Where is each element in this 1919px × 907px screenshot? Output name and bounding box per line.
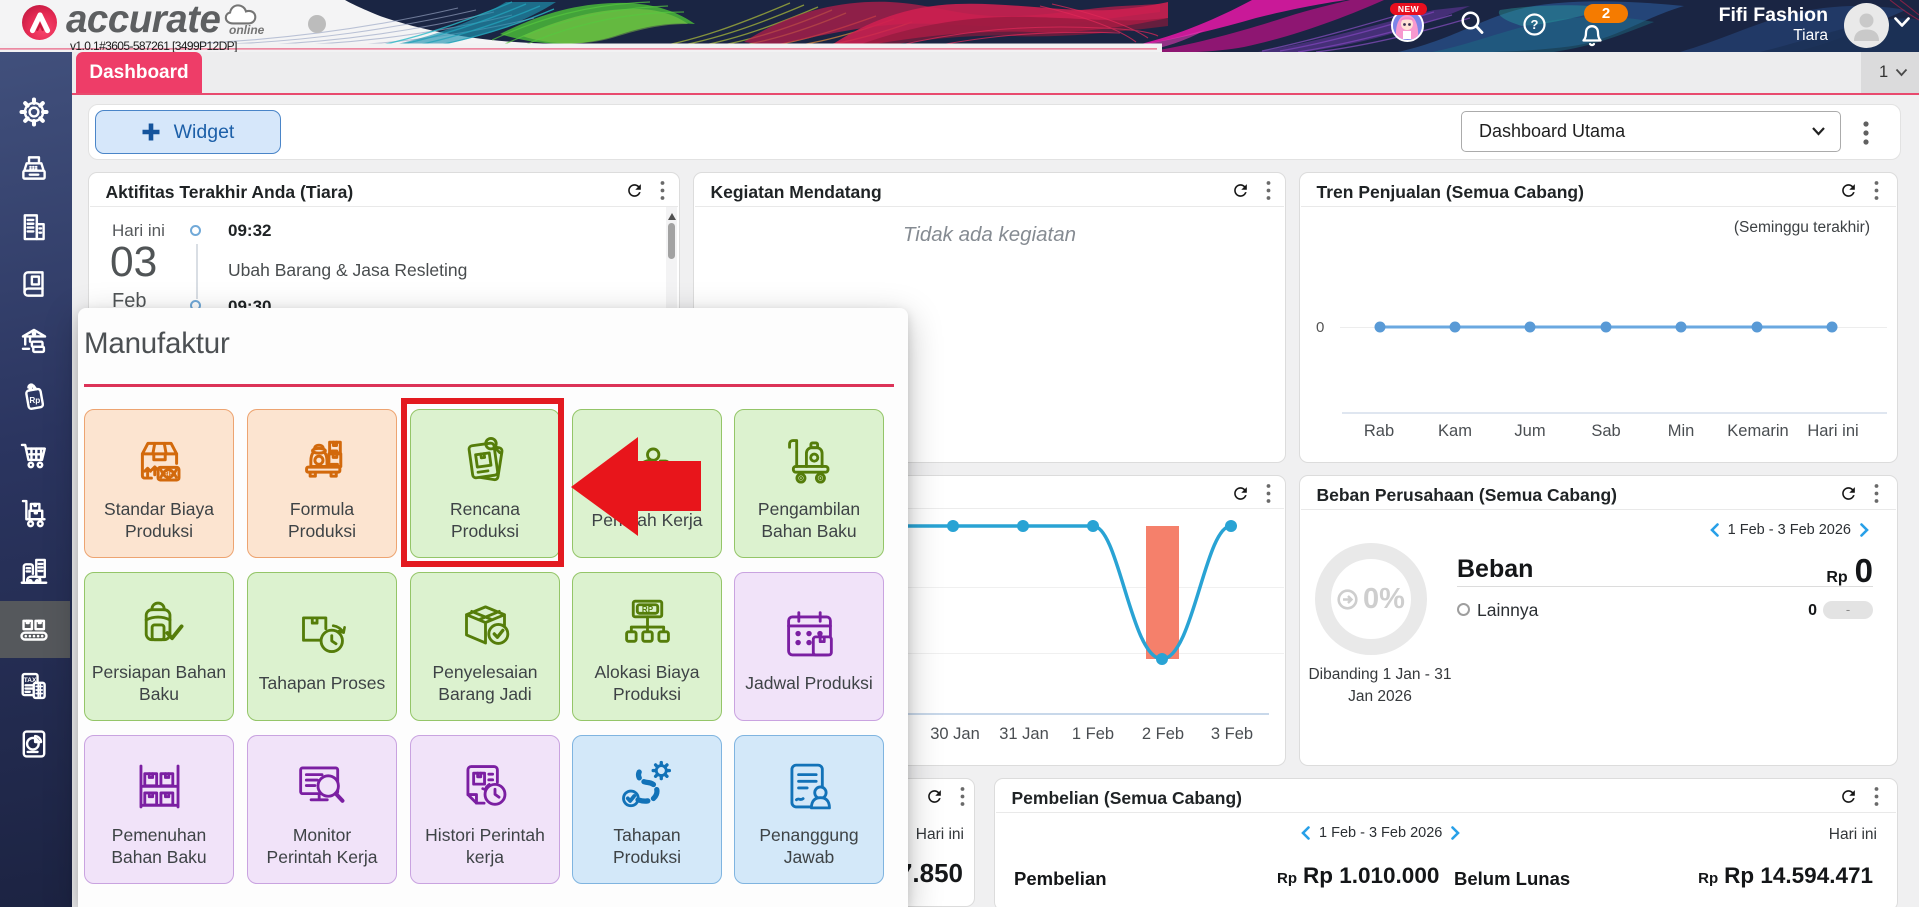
svg-text:RP: RP (163, 470, 173, 477)
svg-text:Rp: Rp (29, 396, 40, 405)
svg-text:?: ? (1531, 17, 1539, 32)
svg-text:RP: RP (641, 604, 653, 613)
